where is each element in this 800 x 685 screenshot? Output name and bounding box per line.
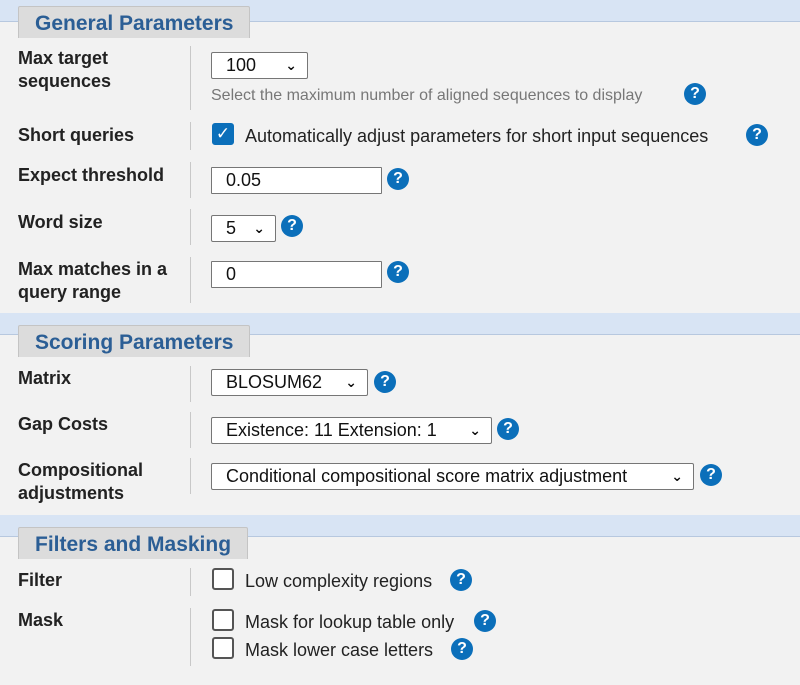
mask-lower-case-checkbox[interactable] bbox=[212, 637, 234, 659]
expect-threshold-input[interactable]: 0.05 bbox=[211, 167, 382, 194]
gap-costs-label: Gap Costs bbox=[18, 414, 109, 434]
divider bbox=[190, 412, 191, 448]
section-title-scoring: Scoring Parameters bbox=[18, 325, 251, 357]
question-circle-icon[interactable]: ? bbox=[450, 569, 472, 591]
expect-threshold-label: Expect threshold bbox=[18, 165, 165, 185]
matrix-select[interactable]: BLOSUM62 ⌄ bbox=[211, 369, 368, 396]
mask-lower-case-label[interactable]: Mask lower case letters bbox=[245, 639, 433, 662]
question-circle-icon[interactable]: ? bbox=[474, 610, 496, 632]
divider bbox=[190, 46, 191, 110]
compositional-adjustments-label: Compositional adjustments bbox=[18, 460, 143, 503]
divider bbox=[190, 257, 191, 303]
divider bbox=[190, 209, 191, 245]
select-value: BLOSUM62 bbox=[226, 372, 323, 392]
mask-lookup-label[interactable]: Mask for lookup table only bbox=[245, 611, 454, 634]
mask-lookup-checkbox[interactable] bbox=[212, 609, 234, 631]
divider bbox=[190, 366, 191, 402]
chevron-down-icon: ⌄ bbox=[469, 422, 481, 438]
max-matches-label: Max matches in a query range bbox=[18, 259, 168, 302]
chevron-down-icon: ⌄ bbox=[671, 468, 683, 484]
max-target-hint: Select the maximum number of aligned seq… bbox=[211, 87, 643, 104]
divider bbox=[190, 608, 191, 666]
question-circle-icon[interactable]: ? bbox=[746, 124, 768, 146]
question-circle-icon[interactable]: ? bbox=[497, 418, 519, 440]
question-circle-icon[interactable]: ? bbox=[451, 638, 473, 660]
select-value: 100 bbox=[226, 55, 257, 75]
short-queries-checkbox[interactable]: ✓ bbox=[212, 123, 234, 145]
question-circle-icon[interactable]: ? bbox=[684, 83, 706, 105]
chevron-down-icon: ⌄ bbox=[285, 57, 297, 73]
question-circle-icon[interactable]: ? bbox=[387, 168, 409, 190]
short-queries-checkbox-label[interactable]: Automatically adjust parameters for shor… bbox=[245, 125, 708, 148]
mask-label: Mask bbox=[18, 610, 64, 630]
compositional-adjustments-select[interactable]: Conditional compositional score matrix a… bbox=[211, 463, 694, 490]
word-size-select[interactable]: 5 ⌄ bbox=[211, 215, 276, 242]
chevron-down-icon: ⌄ bbox=[253, 220, 265, 236]
select-value: 5 bbox=[226, 218, 237, 238]
matrix-label: Matrix bbox=[18, 368, 72, 388]
max-matches-input[interactable]: 0 bbox=[211, 261, 382, 288]
divider bbox=[190, 122, 191, 150]
gap-costs-select[interactable]: Existence: 11 Extension: 1 ⌄ bbox=[211, 417, 492, 444]
section-title-general: General Parameters bbox=[18, 6, 251, 38]
select-value: Existence: 11 Extension: 1 bbox=[226, 420, 437, 440]
checkmark-icon: ✓ bbox=[215, 124, 231, 143]
short-queries-label: Short queries bbox=[18, 125, 135, 145]
question-circle-icon[interactable]: ? bbox=[700, 464, 722, 486]
question-circle-icon[interactable]: ? bbox=[281, 215, 303, 237]
filter-label: Filter bbox=[18, 570, 63, 590]
section-title-filters: Filters and Masking bbox=[18, 527, 249, 559]
word-size-label: Word size bbox=[18, 212, 103, 232]
question-circle-icon[interactable]: ? bbox=[374, 371, 396, 393]
max-target-sequences-label: Max target sequences bbox=[18, 48, 112, 91]
divider bbox=[190, 568, 191, 596]
select-value: Conditional compositional score matrix a… bbox=[226, 466, 628, 486]
divider bbox=[190, 458, 191, 494]
divider bbox=[190, 162, 191, 198]
chevron-down-icon: ⌄ bbox=[345, 374, 357, 390]
low-complexity-checkbox[interactable] bbox=[212, 568, 234, 590]
low-complexity-label[interactable]: Low complexity regions bbox=[245, 570, 432, 593]
max-target-sequences-select[interactable]: 100 ⌄ bbox=[211, 52, 308, 79]
question-circle-icon[interactable]: ? bbox=[387, 261, 409, 283]
